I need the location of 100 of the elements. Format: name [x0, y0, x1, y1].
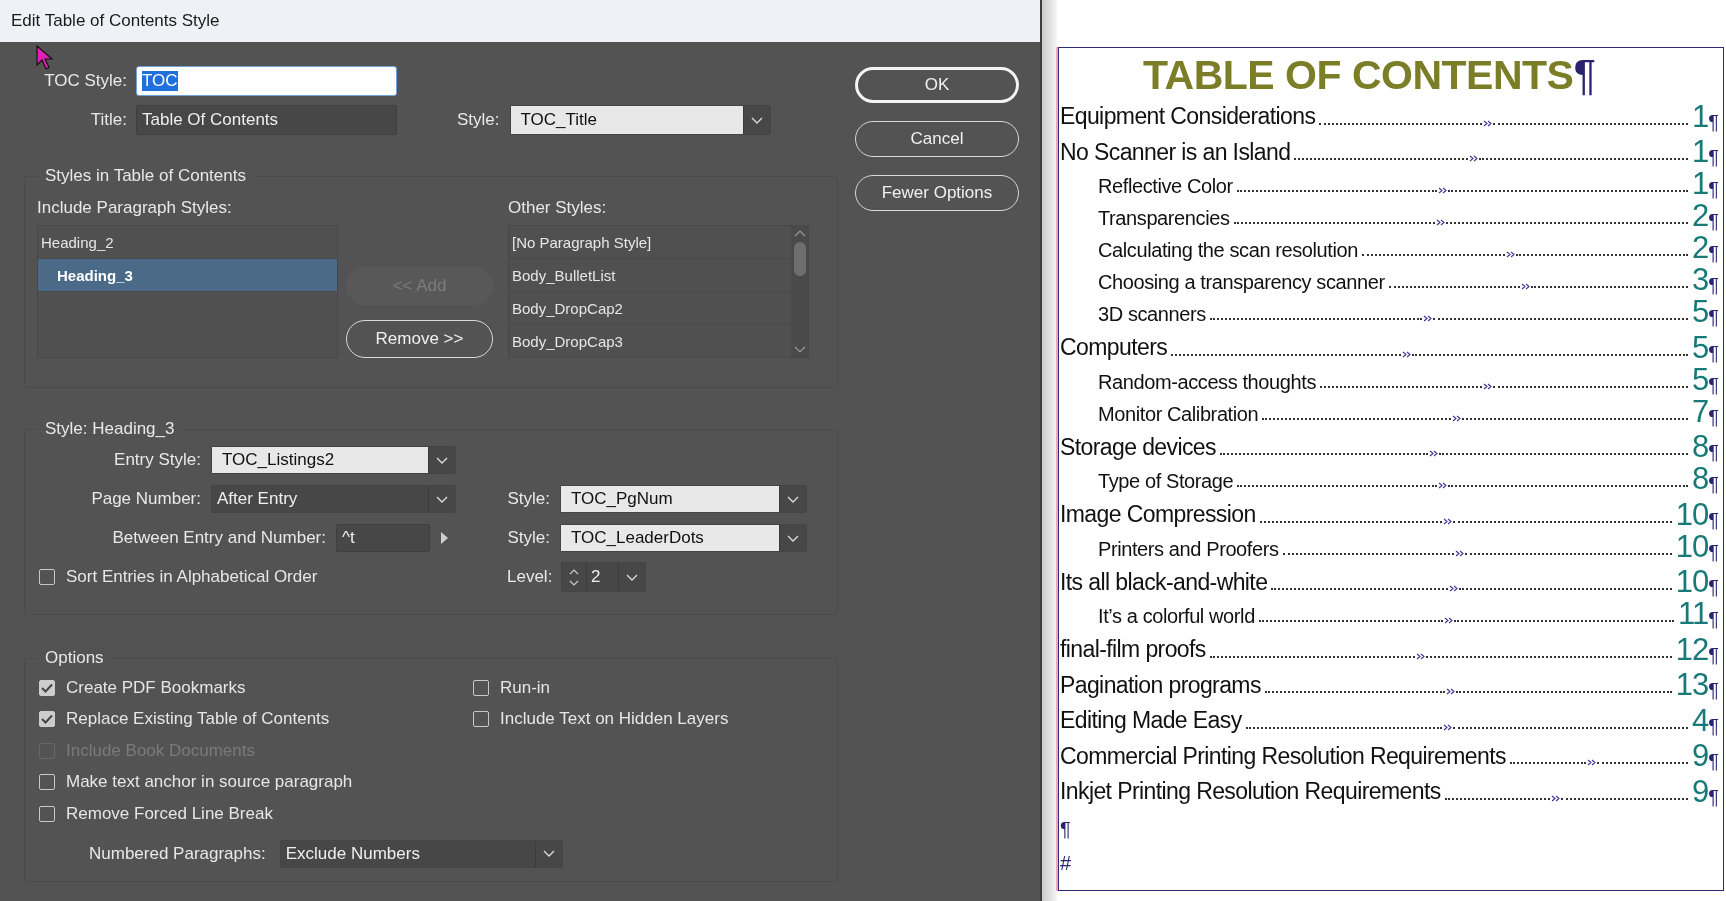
dialog-button[interactable]: OK — [855, 67, 1019, 103]
page-number: 9 — [1692, 775, 1709, 807]
scrollbar[interactable] — [791, 226, 808, 357]
checkbox[interactable] — [39, 679, 55, 696]
field-label: Title: — [89, 110, 127, 130]
group-title: Style: Heading_3 — [44, 419, 176, 439]
toc-entry-text: Printers and Proofers — [1098, 537, 1279, 562]
style-dropdown[interactable]: TOC_PgNum — [559, 485, 807, 513]
list-label: Other Styles: — [508, 198, 608, 218]
page-number: 12 — [1675, 633, 1709, 665]
chevron-down-icon — [787, 534, 799, 542]
pilcrow-mark: ¶ — [1708, 243, 1719, 263]
chevron-up-icon — [569, 568, 579, 575]
toc-entry-text: Calculating the scan resolution — [1098, 239, 1358, 263]
page-number: 5 — [1692, 296, 1709, 327]
tab-marker-icon — [1437, 187, 1447, 194]
page-number: 3 — [1692, 264, 1709, 295]
field-label: TOC Style: — [43, 71, 127, 91]
page-number: 2 — [1692, 232, 1709, 263]
chevron-down-icon — [793, 346, 806, 353]
chevron-up-icon — [793, 230, 806, 237]
text-field[interactable]: Table Of Contents — [136, 105, 397, 135]
tab-marker-icon — [1442, 517, 1452, 525]
tab-marker-icon — [1428, 450, 1438, 457]
tab-marker-icon — [1483, 382, 1493, 390]
group-title: Styles in Table of Contents — [44, 166, 247, 186]
field-label: Level: — [507, 567, 551, 587]
toc-entry-text: Random-access thoughts — [1098, 370, 1316, 395]
page-number: 1 — [1692, 100, 1709, 132]
chevron-down-icon — [750, 116, 763, 124]
pilcrow-mark: ¶ — [1708, 179, 1719, 199]
pilcrow-mark: ¶ — [1708, 609, 1719, 629]
toc-entry-text: Editing Made Easy — [1060, 708, 1242, 736]
toc-entry-text: Choosing a transparency scanner — [1098, 271, 1385, 295]
field-label: Style: — [457, 110, 500, 130]
pilcrow-mark: ¶ — [1708, 147, 1719, 167]
page-number-dropdown[interactable]: After Entry — [211, 485, 456, 513]
checkbox[interactable] — [39, 805, 55, 822]
toc-entry-text: Commercial Printing Resolution Requirements — [1060, 743, 1506, 771]
page-number: 10 — [1675, 498, 1709, 530]
checkbox-label: Create PDF Bookmarks — [66, 677, 246, 698]
checkbox-label: Include Text on Hidden Layers — [500, 709, 729, 730]
checkbox[interactable] — [39, 569, 55, 585]
page-number: 4 — [1692, 704, 1709, 736]
checkbox[interactable] — [473, 679, 489, 696]
chevron-down-icon — [626, 573, 638, 581]
tab-marker-icon — [1469, 155, 1479, 162]
numbered-paragraphs-dropdown[interactable]: Exclude Numbers — [279, 839, 563, 868]
page-number: 5 — [1692, 331, 1709, 363]
toc-entry-text: Computers — [1060, 335, 1168, 363]
pilcrow-mark: ¶ — [1708, 211, 1719, 231]
page-number: 5 — [1692, 363, 1709, 395]
pilcrow-mark: ¶ — [1708, 577, 1719, 597]
chevron-down-icon — [542, 850, 555, 857]
tab-marker-icon — [1482, 119, 1492, 127]
scrollbar-thumb[interactable] — [793, 242, 806, 276]
pilcrow-mark: ¶ — [1708, 342, 1719, 363]
page-number: 7 — [1692, 395, 1709, 427]
tab-marker-icon — [1451, 414, 1461, 422]
checkbox[interactable] — [473, 711, 489, 728]
tab-marker-icon — [1445, 688, 1455, 695]
page-number: 11 — [1678, 598, 1709, 629]
page-number: 9 — [1692, 740, 1709, 771]
checkbox[interactable] — [39, 711, 55, 728]
pilcrow-mark: ¶ — [1708, 786, 1719, 807]
field-label: Numbered Paragraphs: — [89, 843, 266, 864]
tab-marker-icon — [1436, 219, 1446, 226]
pilcrow-mark: ¶ — [1708, 509, 1719, 530]
list-item[interactable]: Heading_3 — [38, 259, 337, 292]
page-number: 13 — [1675, 669, 1709, 700]
level-spinner[interactable]: 2 — [561, 562, 646, 592]
field-label: Page Number: — [90, 489, 201, 509]
style-dropdown[interactable]: TOC_Title — [509, 105, 771, 135]
toc-entry-text: No Scanner is an Island — [1060, 139, 1291, 167]
list-label: Include Paragraph Styles: — [37, 198, 233, 218]
tab-marker-icon — [1520, 283, 1530, 290]
toc-entry-text: Image Compression — [1060, 502, 1256, 530]
pilcrow-mark: ¶ — [1708, 406, 1719, 427]
toc-entry-text: Equipment Considerations — [1060, 104, 1316, 132]
field-label: Style: — [507, 489, 550, 509]
checkbox[interactable] — [39, 774, 55, 791]
toc-entry-text: Reflective Color — [1098, 175, 1233, 199]
pilcrow-mark: ¶ — [1708, 715, 1719, 736]
toc-entry-text: Its all black-and-white — [1060, 569, 1268, 597]
style-dropdown[interactable]: TOC_LeaderDots — [559, 524, 807, 552]
text-field[interactable]: TOC — [136, 66, 397, 96]
style-dropdown[interactable]: TOC_Listings2 — [211, 446, 456, 474]
text-field[interactable]: ^t — [336, 524, 430, 552]
window-title: Edit Table of Contents Style — [0, 0, 1040, 42]
pilcrow-mark: ¶ — [1573, 54, 1596, 96]
page-number: 1 — [1692, 168, 1709, 199]
field-label: Style: — [507, 528, 550, 548]
pilcrow-mark: ¶ — [1708, 680, 1719, 700]
group-title: Options — [44, 648, 105, 668]
page-number: 1 — [1692, 136, 1709, 167]
tab-marker-icon — [1415, 652, 1425, 660]
pointer-icon — [36, 45, 54, 71]
pilcrow-mark: ¶ — [1708, 275, 1719, 295]
list-item[interactable]: Body_DropCap3 — [509, 325, 791, 358]
pilcrow-mark: ¶ — [1708, 111, 1719, 132]
